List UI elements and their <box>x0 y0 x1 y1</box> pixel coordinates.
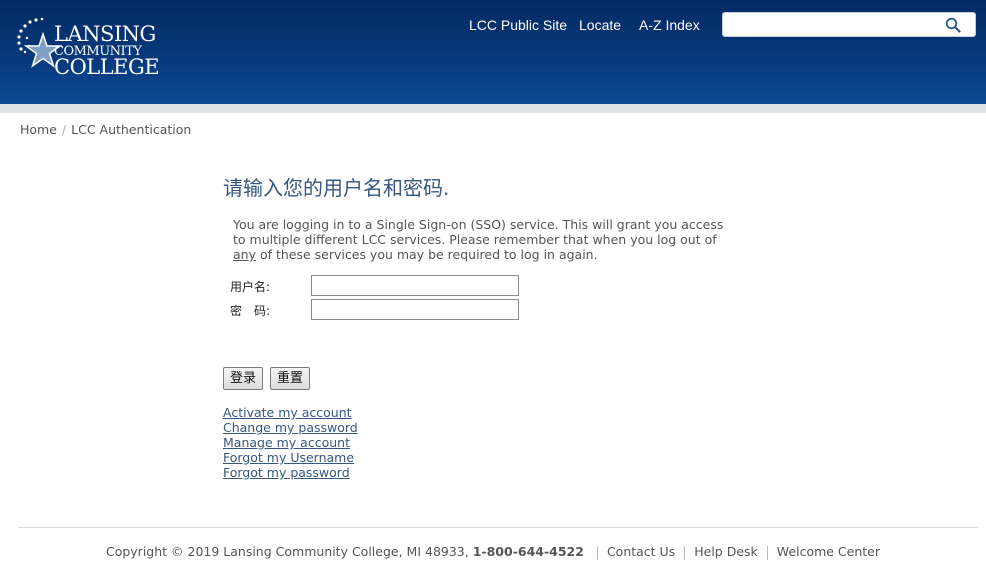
login-title: 请输入您的用户名和密码. <box>223 176 450 200</box>
footer-separator <box>766 545 768 560</box>
login-button[interactable]: 登录 <box>223 367 264 390</box>
password-label: 密 码: <box>230 304 271 318</box>
header-divider <box>0 104 986 113</box>
link-manage-account[interactable]: Manage my account <box>223 435 358 450</box>
breadcrumb-current: LCC Authentication <box>71 122 192 137</box>
search-box <box>722 12 976 37</box>
logo-wordmark: LANSING COMMUNITY COLLEGE <box>54 22 160 79</box>
search-input[interactable] <box>727 15 941 36</box>
breadcrumb-separator: / <box>61 122 67 137</box>
logo-line-1: LANSING <box>54 22 156 46</box>
sso-notice-part2: of these services you may be required to… <box>255 247 598 262</box>
search-icon[interactable] <box>945 17 961 33</box>
reset-button[interactable]: 重置 <box>270 367 311 390</box>
site-header: LANSING COMMUNITY COLLEGE LCC Public Sit… <box>0 0 986 104</box>
sso-notice-part1: You are logging in to a Single Sign-on (… <box>233 217 724 247</box>
breadcrumb-home[interactable]: Home <box>20 122 57 137</box>
account-links: Activate my account Change my password M… <box>223 405 358 480</box>
link-forgot-password[interactable]: Forgot my password <box>223 465 358 480</box>
footer-separator <box>684 545 686 560</box>
password-field[interactable] <box>311 299 519 320</box>
breadcrumb: Home / LCC Authentication <box>20 122 191 137</box>
footer-separator <box>596 545 598 560</box>
sso-notice-emphasis: any <box>233 247 256 262</box>
sso-notice: You are logging in to a Single Sign-on (… <box>233 217 733 262</box>
nav-locate[interactable]: Locate <box>579 17 621 33</box>
nav-az-index[interactable]: A-Z Index <box>639 17 700 33</box>
footer-copyright: Copyright © 2019 Lansing Community Colle… <box>105 544 469 559</box>
footer-contact-us[interactable]: Contact Us <box>607 544 675 559</box>
link-activate-account[interactable]: Activate my account <box>223 405 358 420</box>
logo-line-3: COLLEGE <box>54 55 160 79</box>
footer-phone: 1-800-644-4522 <box>472 544 584 559</box>
username-field[interactable] <box>311 275 519 296</box>
nav-lcc-public-site[interactable]: LCC Public Site <box>469 17 567 33</box>
link-change-password[interactable]: Change my password <box>223 420 358 435</box>
site-footer: Copyright © 2019 Lansing Community Colle… <box>0 544 986 560</box>
footer-welcome-center[interactable]: Welcome Center <box>777 544 880 559</box>
footer-help-desk[interactable]: Help Desk <box>694 544 758 559</box>
college-logo[interactable]: LANSING COMMUNITY COLLEGE <box>16 16 176 78</box>
username-label: 用户名: <box>230 280 271 294</box>
link-forgot-username[interactable]: Forgot my Username <box>223 450 358 465</box>
footer-divider <box>18 527 978 528</box>
